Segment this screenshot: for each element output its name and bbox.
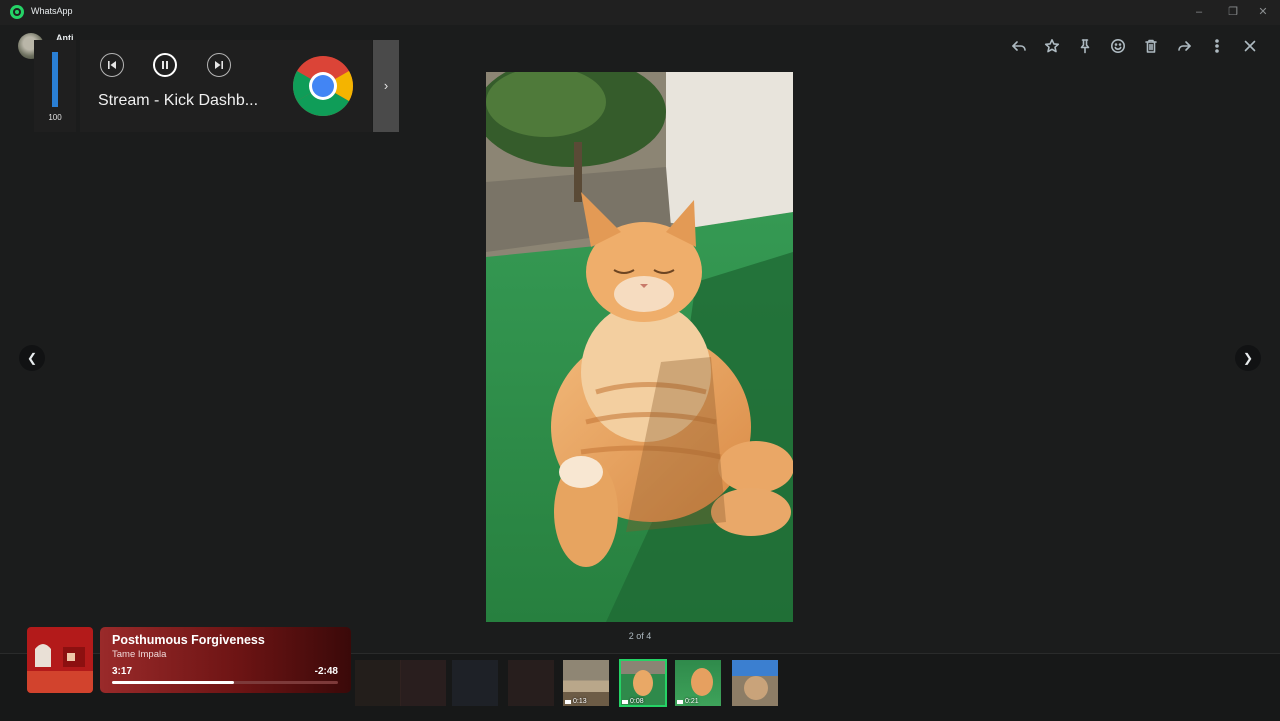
restore-icon[interactable]: ❐ <box>1216 0 1250 25</box>
pin-button[interactable] <box>1068 34 1101 58</box>
video-duration: 0:21 <box>677 698 699 705</box>
track-artist: Tame Impala <box>112 649 167 660</box>
album-art[interactable] <box>27 627 93 693</box>
elapsed-time: 3:17 <box>112 666 133 677</box>
pause-button[interactable] <box>153 53 177 77</box>
video-camera-icon <box>565 699 571 704</box>
react-button[interactable] <box>1101 34 1134 58</box>
cat-photo <box>486 72 793 622</box>
remaining-time: -2:48 <box>314 666 338 677</box>
previous-media-button[interactable]: ❮ <box>19 345 45 371</box>
close-icon <box>1244 40 1255 52</box>
chrome-icon <box>292 56 354 117</box>
pause-icon <box>162 61 168 69</box>
volume-flyout: 100 <box>34 40 76 132</box>
video-duration: 0:08 <box>622 698 644 705</box>
video-duration: 0:13 <box>565 698 587 705</box>
viewer-toolbar <box>1002 34 1266 58</box>
media-image <box>486 72 793 622</box>
delete-button[interactable] <box>1134 34 1167 58</box>
pin-icon <box>1080 39 1089 54</box>
media-title: Stream - Kick Dashb... <box>98 92 259 109</box>
media-controls-flyout: Stream - Kick Dashb... <box>80 40 372 132</box>
emoji-icon <box>1110 39 1125 53</box>
thumbnail-item-selected[interactable]: 0:08 <box>619 659 667 707</box>
thumbnail-item[interactable] <box>400 660 446 706</box>
volume-slider[interactable] <box>52 52 58 107</box>
skip-previous-icon <box>108 61 116 69</box>
thumbnail-item[interactable] <box>452 660 498 706</box>
skip-next-icon <box>215 61 223 69</box>
volume-level <box>52 52 58 107</box>
more-options-button[interactable] <box>1200 34 1233 58</box>
previous-track-button[interactable] <box>100 53 124 77</box>
volume-value: 100 <box>48 113 62 122</box>
thumbnail-item[interactable] <box>732 660 778 706</box>
reply-icon <box>1011 41 1026 51</box>
reply-button[interactable] <box>1002 34 1035 58</box>
cat-thumb-shape <box>633 670 653 696</box>
chevron-right-icon: ❯ <box>1242 351 1254 365</box>
title-bar: WhatsApp – ❐ ✕ <box>0 0 1280 25</box>
forward-icon <box>1177 41 1191 51</box>
more-icon <box>1214 39 1219 53</box>
album-art-image <box>27 627 93 693</box>
expand-media-button[interactable]: › <box>373 40 399 132</box>
video-camera-icon <box>677 699 683 704</box>
star-icon <box>1044 39 1059 53</box>
thumbnail-item[interactable] <box>508 660 554 706</box>
thumbnail-item[interactable]: 0:21 <box>675 660 721 706</box>
now-playing-card[interactable]: Posthumous Forgiveness Tame Impala 3:17 … <box>100 627 351 693</box>
cat-thumb-shape <box>691 668 713 696</box>
thumbnail-item[interactable]: 0:13 <box>563 660 609 706</box>
app-title: WhatsApp <box>31 6 73 16</box>
thumbnail-item[interactable] <box>355 660 401 706</box>
track-title: Posthumous Forgiveness <box>112 633 265 647</box>
minimize-icon[interactable]: – <box>1182 0 1216 25</box>
close-viewer-button[interactable] <box>1233 34 1266 58</box>
star-button[interactable] <box>1035 34 1068 58</box>
chevron-left-icon: ❮ <box>26 351 38 365</box>
track-progress-fill <box>112 681 235 684</box>
next-media-button[interactable]: ❯ <box>1235 345 1261 371</box>
cat-thumb-shape <box>744 676 768 700</box>
video-camera-icon <box>622 699 628 704</box>
next-track-button[interactable] <box>207 53 231 77</box>
forward-button[interactable] <box>1167 34 1200 58</box>
delete-icon <box>1144 39 1157 53</box>
whatsapp-logo-icon <box>10 5 24 19</box>
track-progress-bar[interactable] <box>112 681 338 684</box>
window-close-icon[interactable]: ✕ <box>1246 0 1280 25</box>
